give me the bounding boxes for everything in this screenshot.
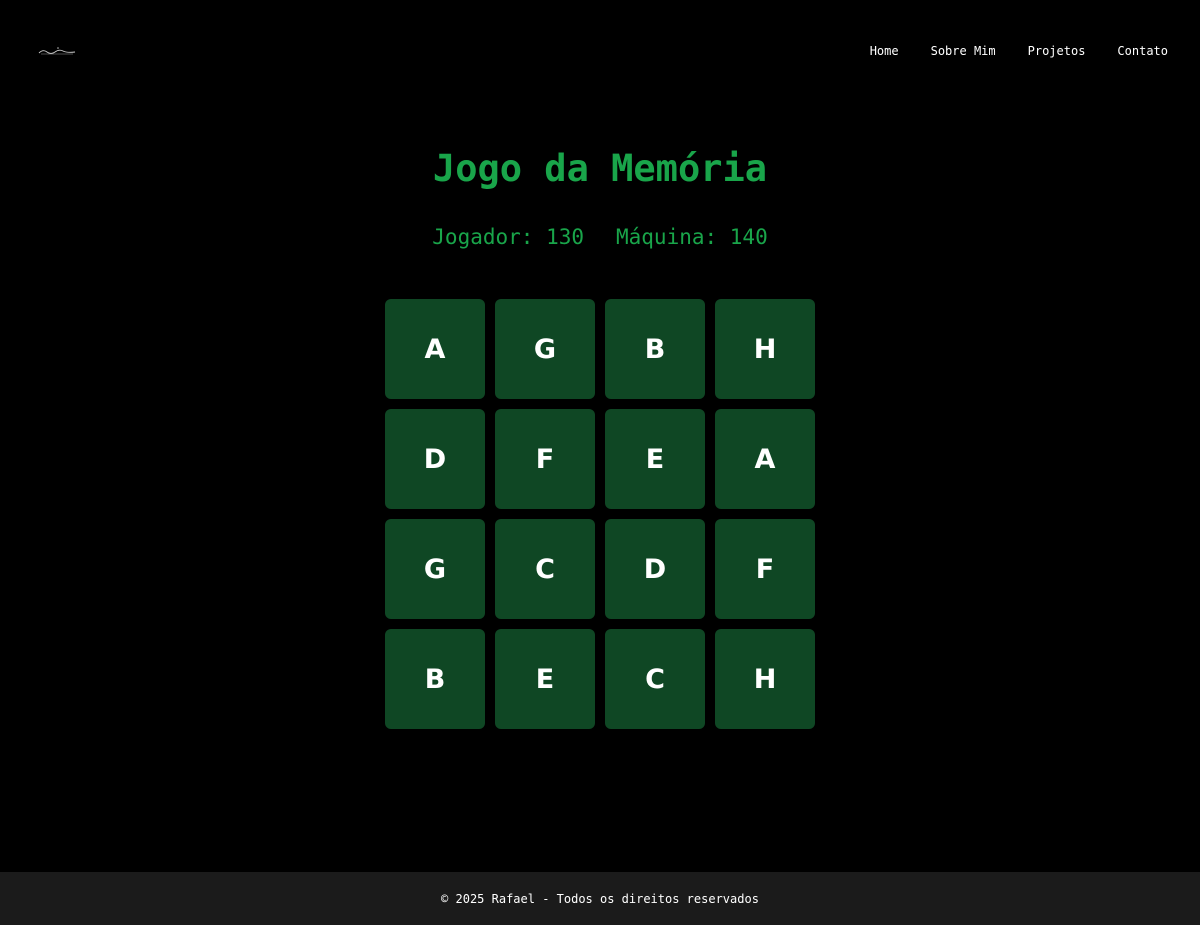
- page-title: Jogo da Memória: [432, 147, 768, 190]
- memory-card[interactable]: B: [605, 299, 705, 399]
- memory-card[interactable]: H: [715, 299, 815, 399]
- memory-card[interactable]: E: [495, 629, 595, 729]
- memory-card[interactable]: F: [715, 519, 815, 619]
- memory-card[interactable]: E: [605, 409, 705, 509]
- main-nav: Home Sobre Mim Projetos Contato: [870, 43, 1168, 59]
- scoreboard: Jogador: 130 Máquina: 140: [0, 224, 1200, 250]
- memory-card[interactable]: D: [385, 409, 485, 509]
- machine-score: Máquina: 140: [616, 225, 768, 249]
- signature-logo[interactable]: [38, 42, 76, 55]
- nav-sobre-mim-link[interactable]: Sobre Mim: [931, 43, 996, 59]
- memory-card[interactable]: G: [385, 519, 485, 619]
- copyright-text: © 2025 Rafael - Todos os direitos reserv…: [441, 891, 759, 906]
- memory-card[interactable]: D: [605, 519, 705, 619]
- site-footer: © 2025 Rafael - Todos os direitos reserv…: [0, 872, 1200, 925]
- memory-card[interactable]: C: [495, 519, 595, 619]
- memory-board: A G B H D F E A G C D F B E C H: [385, 299, 815, 729]
- memory-card[interactable]: F: [495, 409, 595, 509]
- memory-card[interactable]: A: [385, 299, 485, 399]
- site-header: Home Sobre Mim Projetos Contato: [0, 0, 1200, 100]
- memory-card[interactable]: H: [715, 629, 815, 729]
- page: Home Sobre Mim Projetos Contato Jogo da …: [0, 0, 1200, 925]
- memory-card[interactable]: G: [495, 299, 595, 399]
- nav-contato-link[interactable]: Contato: [1117, 43, 1168, 59]
- nav-home-link[interactable]: Home: [870, 43, 899, 59]
- player-score: Jogador: 130: [432, 225, 584, 249]
- memory-card[interactable]: B: [385, 629, 485, 729]
- memory-card[interactable]: A: [715, 409, 815, 509]
- memory-card[interactable]: C: [605, 629, 705, 729]
- nav-projetos-link[interactable]: Projetos: [1028, 43, 1086, 59]
